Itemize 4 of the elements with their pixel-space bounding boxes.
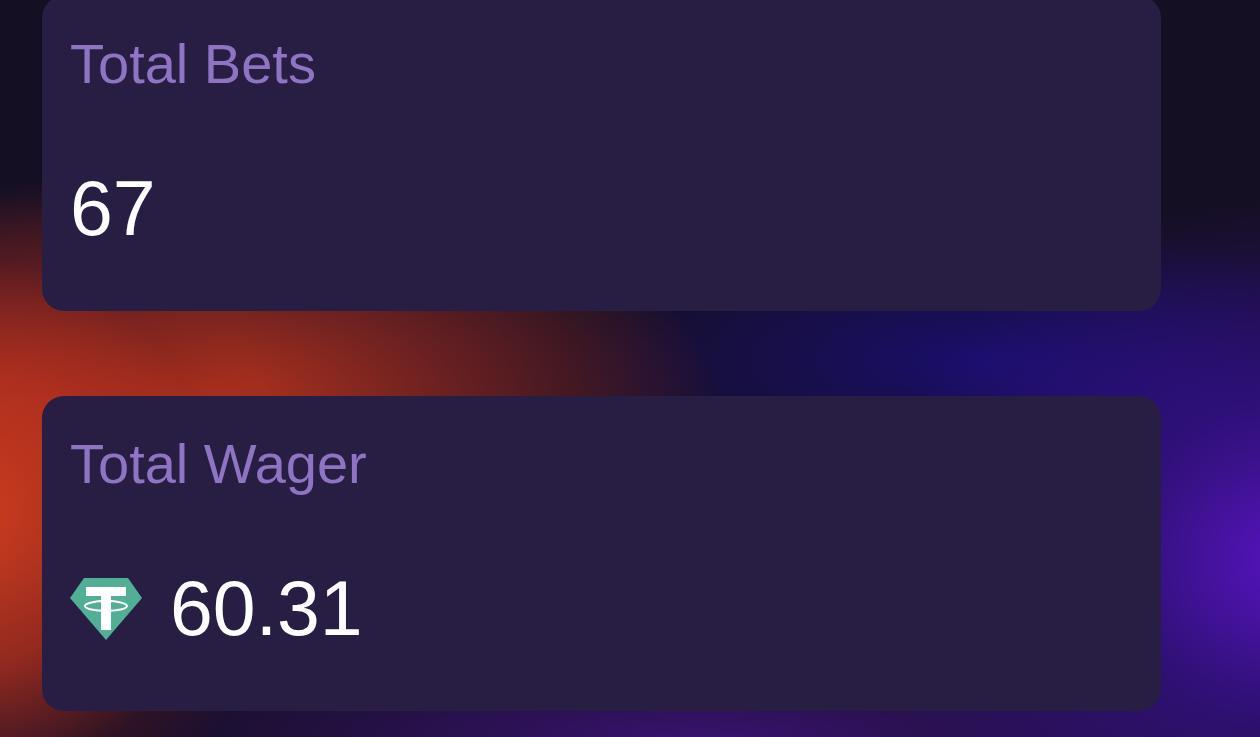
stat-value: 60.31 bbox=[170, 570, 363, 647]
stat-label: Total Bets bbox=[70, 36, 316, 92]
diamond-coin-icon bbox=[70, 577, 142, 640]
stat-value: 67 bbox=[70, 170, 156, 247]
